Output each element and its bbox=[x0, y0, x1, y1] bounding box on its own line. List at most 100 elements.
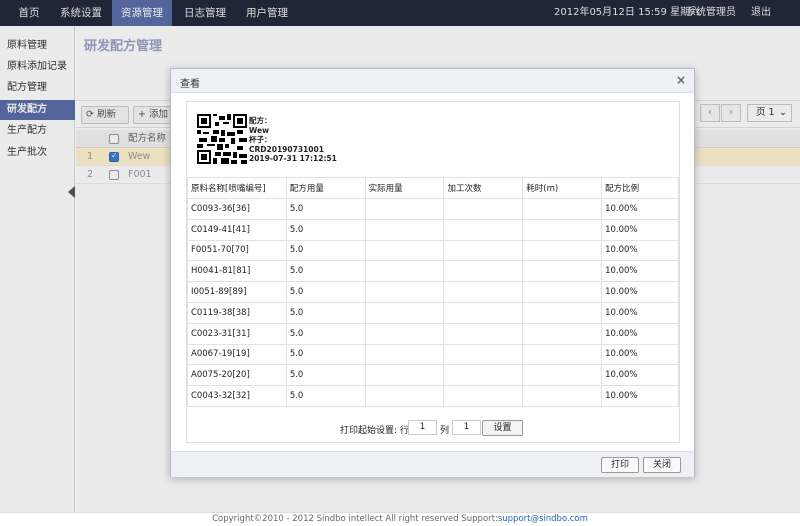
formula-info: 配方： Wew 杯子： CRD20190731001 2019-07-31 17… bbox=[249, 116, 337, 164]
close-button[interactable]: 关闭 bbox=[643, 457, 681, 473]
formula-detail-table: 原料名称[喷嘴编号] 配方用量 实际用量 加工次数 耗时(m) 配方比例 C00… bbox=[187, 177, 679, 407]
cell-ratio: 10.00% bbox=[601, 198, 679, 220]
cell-time bbox=[522, 218, 603, 241]
cell-time bbox=[522, 364, 603, 387]
col-process-count: 加工次数 bbox=[443, 177, 524, 199]
table-row: H0041-81[81] 5.0 10.00% bbox=[187, 260, 679, 283]
print-button[interactable]: 打印 bbox=[601, 457, 639, 473]
cell-material: A0067-19[19] bbox=[187, 343, 287, 366]
cell-count bbox=[443, 260, 524, 283]
col-formula-ratio: 配方比例 bbox=[601, 177, 679, 199]
print-start-row-input[interactable]: 1 bbox=[408, 420, 437, 435]
cell-material: H0041-81[81] bbox=[187, 260, 287, 283]
cell-amount: 5.0 bbox=[285, 239, 366, 262]
support-email-link[interactable]: support@sindbo.com bbox=[498, 514, 588, 524]
cell-actual bbox=[364, 198, 445, 220]
cell-time bbox=[522, 281, 603, 303]
dialog-footer: 打印 关闭 bbox=[171, 451, 694, 477]
cell-actual bbox=[364, 281, 445, 303]
col-material-name: 原料名称[喷嘴编号] bbox=[187, 177, 287, 199]
cell-count bbox=[443, 322, 524, 345]
cell-amount: 5.0 bbox=[285, 281, 366, 303]
cell-material: C0093-36[36] bbox=[187, 198, 287, 220]
cell-time bbox=[522, 260, 603, 283]
print-start-col-input[interactable]: 1 bbox=[452, 420, 481, 435]
cell-ratio: 10.00% bbox=[601, 239, 679, 262]
table-row: C0023-31[31] 5.0 10.00% bbox=[187, 322, 679, 345]
cell-count bbox=[443, 218, 524, 241]
table-row: F0051-70[70] 5.0 10.00% bbox=[187, 239, 679, 262]
cell-time bbox=[522, 385, 603, 407]
cell-count bbox=[443, 239, 524, 262]
table-row: A0067-19[19] 5.0 10.00% bbox=[187, 343, 679, 366]
table-row: C0043-32[32] 5.0 10.00% bbox=[187, 385, 679, 407]
cell-material: A0075-20[20] bbox=[187, 364, 287, 387]
print-start-col-label: 列 bbox=[440, 426, 450, 436]
cell-actual bbox=[364, 322, 445, 345]
col-time-spent: 耗时(m) bbox=[522, 177, 603, 199]
cell-amount: 5.0 bbox=[285, 260, 366, 283]
table-row: A0075-20[20] 5.0 10.00% bbox=[187, 364, 679, 387]
cell-material: F0051-70[70] bbox=[187, 239, 287, 262]
print-start-settings: 打印起始设置: 行 1 列 1 设置 bbox=[187, 419, 679, 437]
cell-ratio: 10.00% bbox=[601, 385, 679, 407]
cell-amount: 5.0 bbox=[285, 343, 366, 366]
col-formula-amount: 配方用量 bbox=[285, 177, 366, 199]
cell-time bbox=[522, 322, 603, 345]
cell-actual bbox=[364, 343, 445, 366]
cell-amount: 5.0 bbox=[285, 385, 366, 407]
cell-count bbox=[443, 281, 524, 303]
cell-ratio: 10.00% bbox=[601, 322, 679, 345]
cell-amount: 5.0 bbox=[285, 301, 366, 324]
dialog-title: 查看 bbox=[180, 79, 200, 90]
cell-material: C0149-41[41] bbox=[187, 218, 287, 241]
cell-material: C0043-32[32] bbox=[187, 385, 287, 407]
close-icon[interactable]: × bbox=[676, 73, 686, 87]
cup-label: 杯子： bbox=[249, 135, 272, 144]
cell-count bbox=[443, 343, 524, 366]
table-row: C0093-36[36] 5.0 10.00% bbox=[187, 198, 679, 220]
table-row: C0149-41[41] 5.0 10.00% bbox=[187, 218, 679, 241]
cell-actual bbox=[364, 260, 445, 283]
cell-amount: 5.0 bbox=[285, 218, 366, 241]
cell-count bbox=[443, 301, 524, 324]
qr-code-icon bbox=[197, 114, 247, 164]
cell-time bbox=[522, 343, 603, 366]
cell-ratio: 10.00% bbox=[601, 343, 679, 366]
cell-time bbox=[522, 301, 603, 324]
col-actual-amount: 实际用量 bbox=[364, 177, 445, 199]
cell-actual bbox=[364, 364, 445, 387]
cell-count bbox=[443, 385, 524, 407]
dialog-header: 查看 × bbox=[171, 69, 694, 93]
cell-count bbox=[443, 198, 524, 220]
formula-name: Wew bbox=[249, 125, 270, 135]
cell-ratio: 10.00% bbox=[601, 301, 679, 324]
view-dialog: 查看 × 配方： Wew 杯子： CRD20190731001 2019-07-… bbox=[170, 68, 695, 477]
cell-actual bbox=[364, 301, 445, 324]
cell-material: C0119-38[38] bbox=[187, 301, 287, 324]
cell-ratio: 10.00% bbox=[601, 260, 679, 283]
dialog-body: 配方： Wew 杯子： CRD20190731001 2019-07-31 17… bbox=[186, 101, 680, 443]
formula-label: 配方： bbox=[249, 116, 272, 125]
cell-ratio: 10.00% bbox=[601, 218, 679, 241]
cell-time bbox=[522, 198, 603, 220]
cell-amount: 5.0 bbox=[285, 198, 366, 220]
cell-time bbox=[522, 239, 603, 262]
cell-amount: 5.0 bbox=[285, 364, 366, 387]
formula-timestamp: 2019-07-31 17:12:51 bbox=[249, 154, 337, 163]
cell-material: I0051-89[89] bbox=[187, 281, 287, 303]
cup-code: CRD20190731001 bbox=[249, 144, 324, 154]
table-header-row: 原料名称[喷嘴编号] 配方用量 实际用量 加工次数 耗时(m) 配方比例 bbox=[187, 177, 679, 199]
cell-amount: 5.0 bbox=[285, 322, 366, 345]
copyright-text: Copyright©2010 - 2012 Sindbo intellect A… bbox=[212, 514, 498, 524]
set-button[interactable]: 设置 bbox=[482, 420, 523, 436]
cell-material: C0023-31[31] bbox=[187, 322, 287, 345]
page-footer: Copyright©2010 - 2012 Sindbo intellect A… bbox=[0, 512, 800, 526]
cell-actual bbox=[364, 385, 445, 407]
table-row: C0119-38[38] 5.0 10.00% bbox=[187, 301, 679, 324]
table-row: I0051-89[89] 5.0 10.00% bbox=[187, 281, 679, 303]
cell-actual bbox=[364, 239, 445, 262]
cell-actual bbox=[364, 218, 445, 241]
cell-ratio: 10.00% bbox=[601, 281, 679, 303]
cell-count bbox=[443, 364, 524, 387]
